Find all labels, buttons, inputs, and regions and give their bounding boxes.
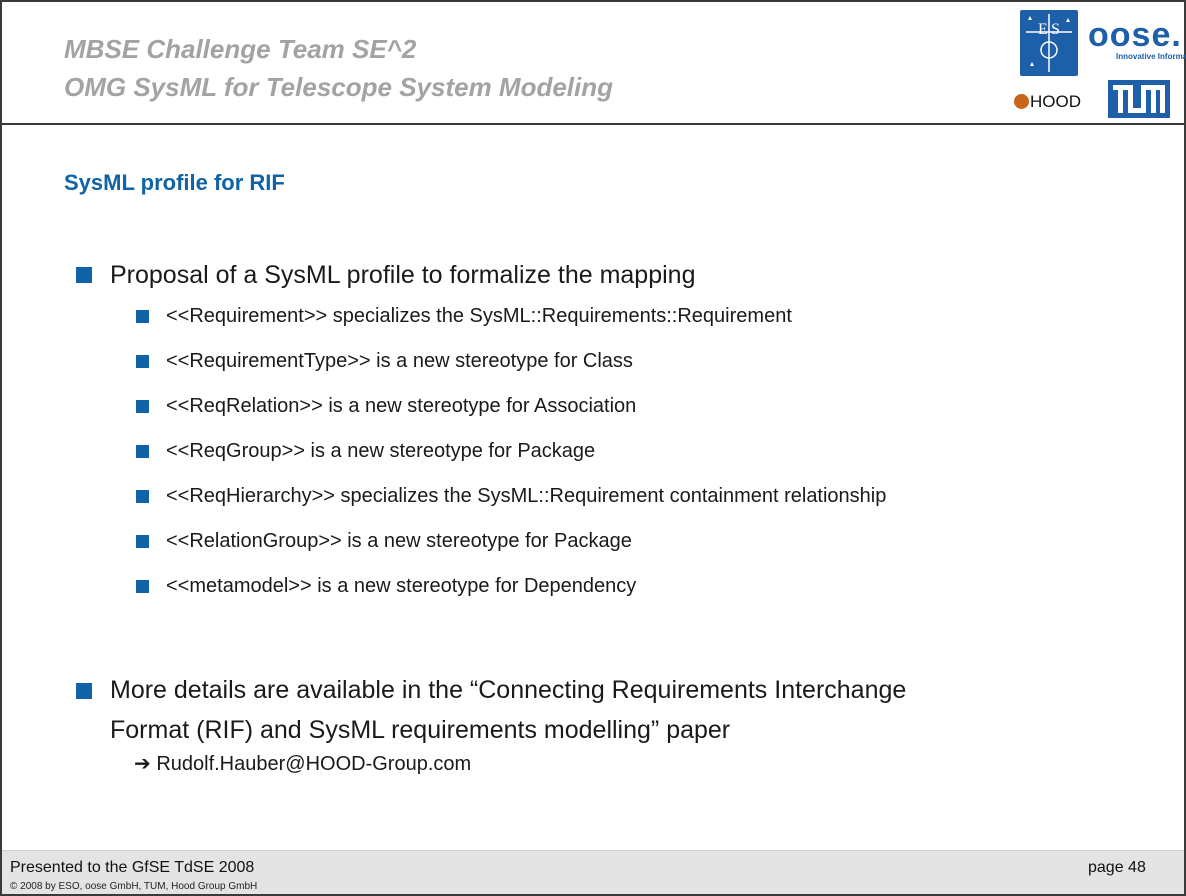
tum-logo xyxy=(1108,80,1170,118)
slide-header: MBSE Challenge Team SE^2 OMG SysML for T… xyxy=(2,2,1186,125)
slide-title: SysML profile for RIF xyxy=(64,170,285,195)
slide: MBSE Challenge Team SE^2 OMG SysML for T… xyxy=(0,0,1186,896)
sub-bullet-square-icon xyxy=(136,535,149,548)
slide-footer: Presented to the GfSE TdSE 2008 © 2008 b… xyxy=(2,850,1184,894)
sub-bullet-text: <<RelationGroup>> is a new stereotype fo… xyxy=(166,530,632,552)
eso-logo: E S xyxy=(1020,10,1078,76)
svg-text:E: E xyxy=(1038,21,1048,38)
header-title-line-1: MBSE Challenge Team SE^2 xyxy=(64,34,417,64)
bullet-text-line-1: More details are available in the “Conne… xyxy=(110,676,907,704)
footer-page-number: page 48 xyxy=(1088,859,1146,876)
oose-logo: oose. Innovative Informatik xyxy=(1088,16,1186,62)
bullet-text: Proposal of a SysML profile to formalize… xyxy=(110,261,696,289)
sub-bullet-text: <<metamodel>> is a new stereotype for De… xyxy=(166,575,637,597)
sub-bullet-square-icon xyxy=(136,580,149,593)
hood-logo: HOOD xyxy=(1014,90,1098,114)
footer-presented-text: Presented to the GfSE TdSE 2008 xyxy=(10,859,255,876)
hood-logo-word: HOOD xyxy=(1030,92,1081,111)
sub-bullet-text: <<ReqRelation>> is a new stereotype for … xyxy=(166,395,637,417)
sub-bullet-square-icon xyxy=(136,310,149,323)
contact-email-link[interactable]: ➔ Rudolf.Hauber@HOOD-Group.com xyxy=(134,752,471,776)
sub-bullet-square-icon xyxy=(136,490,149,503)
bullet-text-line-2: Format (RIF) and SysML requirements mode… xyxy=(110,716,731,744)
sub-bullet-square-icon xyxy=(136,445,149,458)
sub-bullet-text: <<ReqGroup>> is a new stereotype for Pac… xyxy=(166,440,596,462)
sub-bullet-text: <<ReqHierarchy>> specializes the SysML::… xyxy=(166,485,887,507)
hood-logo-mark xyxy=(1014,94,1029,109)
sub-bullet-square-icon xyxy=(136,400,149,413)
sub-bullet-square-icon xyxy=(136,355,149,368)
header-title-line-2: OMG SysML for Telescope System Modeling xyxy=(64,72,614,102)
bullet-square-icon xyxy=(76,683,92,699)
sub-bullet-text: <<Requirement>> specializes the SysML::R… xyxy=(166,305,792,327)
oose-logo-subtitle: Innovative Informatik xyxy=(1116,52,1186,61)
footer-copyright-text: © 2008 by ESO, oose GmbH, TUM, Hood Grou… xyxy=(10,881,258,892)
svg-text:S: S xyxy=(1051,21,1060,38)
bullet-square-icon xyxy=(76,267,92,283)
sub-bullet-text: <<RequirementType>> is a new stereotype … xyxy=(166,350,633,372)
oose-logo-word: oose. xyxy=(1088,16,1182,54)
